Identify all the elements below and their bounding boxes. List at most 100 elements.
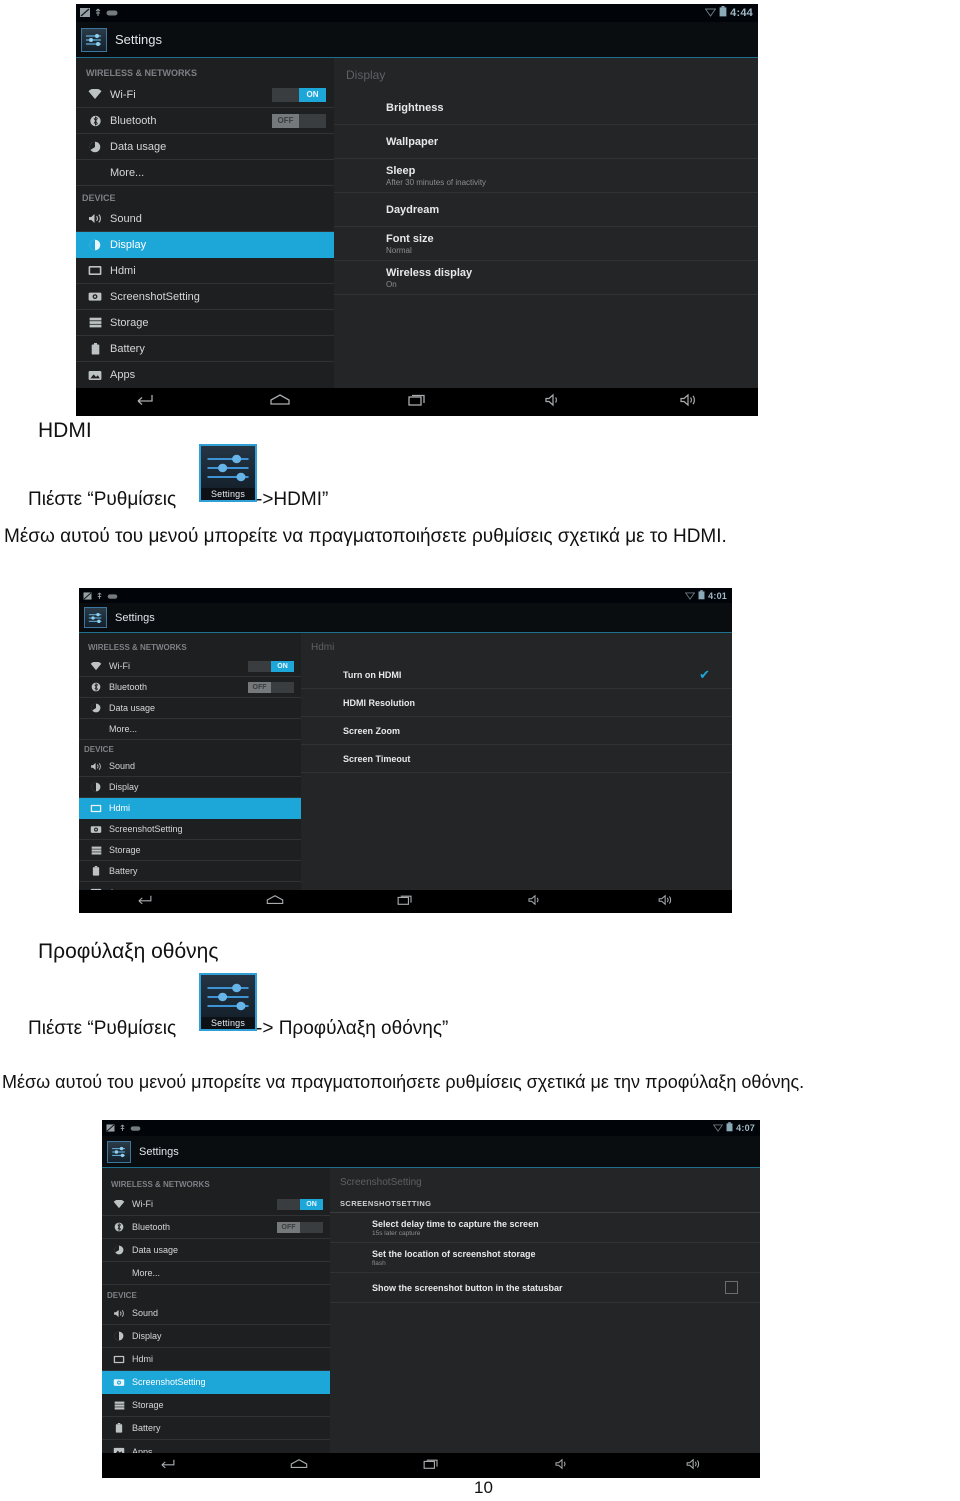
bluetooth-toggle[interactable]: OFF bbox=[248, 681, 294, 693]
sidebar-item-bluetooth[interactable]: Bluetooth OFF bbox=[102, 1216, 330, 1239]
settings-sliders-icon bbox=[201, 980, 255, 1014]
content-row-screen-zoom[interactable]: Screen Zoom bbox=[301, 717, 732, 745]
checkbox-unchecked-icon[interactable] bbox=[725, 1281, 738, 1294]
bluetooth-toggle-label: OFF bbox=[272, 113, 299, 128]
sidebar-item-label: Bluetooth bbox=[109, 682, 148, 692]
sidebar-item-wi-fi[interactable]: Wi-Fi ON bbox=[102, 1193, 330, 1216]
home-icon[interactable] bbox=[265, 893, 285, 911]
sidebar-item-data-usage[interactable]: Data usage bbox=[102, 1239, 330, 1262]
content-row-select-delay-time[interactable]: Select delay time to capture the screen … bbox=[330, 1213, 760, 1243]
sidebar-item-display[interactable]: Display bbox=[79, 777, 301, 798]
sdcard-icon bbox=[106, 4, 118, 22]
row-subtitle: On bbox=[386, 279, 397, 289]
settings-content-screenshotsetting: ScreenshotSetting SCREENSHOTSETTING Sele… bbox=[330, 1168, 760, 1453]
hdmi-icon bbox=[111, 1355, 127, 1364]
content-row-font-size[interactable]: Font size Normal bbox=[334, 227, 758, 261]
settings-app-icon[interactable] bbox=[107, 1140, 131, 1163]
sidebar-item-hdmi[interactable]: Hdmi bbox=[79, 798, 301, 819]
row-subtitle: After 30 minutes of inactivity bbox=[386, 177, 487, 187]
wifi-toggle[interactable]: ON bbox=[277, 1198, 323, 1210]
sidebar-item-screenshotsetting[interactable]: ScreenshotSetting bbox=[102, 1371, 330, 1394]
volume-down-icon[interactable] bbox=[543, 393, 563, 412]
recents-icon[interactable] bbox=[407, 393, 427, 412]
sidebar-item-label: ScreenshotSetting bbox=[110, 290, 200, 303]
settings-badge-label: Settings bbox=[201, 1017, 255, 1029]
sidebar-item-screenshotsetting[interactable]: ScreenshotSetting bbox=[76, 284, 334, 310]
sidebar-item-battery[interactable]: Battery bbox=[79, 861, 301, 882]
checkbox-checked-icon[interactable]: ✔ bbox=[699, 668, 710, 681]
bluetooth-toggle[interactable]: OFF bbox=[272, 113, 326, 128]
settings-sliders-icon bbox=[201, 451, 255, 485]
content-row-hdmi-resolution[interactable]: HDMI Resolution bbox=[301, 689, 732, 717]
navigation-bar bbox=[102, 1453, 760, 1478]
sidebar-item-screenshotsetting[interactable]: ScreenshotSetting bbox=[79, 819, 301, 840]
settings-app-badge[interactable]: Settings bbox=[199, 444, 257, 502]
settings-app-badge[interactable]: Settings bbox=[199, 973, 257, 1031]
volume-up-icon[interactable] bbox=[678, 393, 700, 412]
sidebar-item-sound[interactable]: Sound bbox=[76, 206, 334, 232]
home-icon[interactable] bbox=[269, 393, 291, 412]
sidebar-item-wi-fi[interactable]: Wi-Fi ON bbox=[76, 82, 334, 108]
sidebar-item-bluetooth[interactable]: Bluetooth OFF bbox=[79, 677, 301, 698]
sidebar-item-more[interactable]: More... bbox=[79, 719, 301, 740]
sidebar-item-more[interactable]: More... bbox=[102, 1262, 330, 1285]
sidebar-item-label: Display bbox=[110, 238, 147, 251]
action-bar: Settings bbox=[76, 22, 758, 58]
sidebar-item-display[interactable]: Display bbox=[102, 1325, 330, 1348]
sidebar-item-data-usage[interactable]: Data usage bbox=[79, 698, 301, 719]
sidebar-item-sound[interactable]: Sound bbox=[79, 756, 301, 777]
volume-down-icon[interactable] bbox=[526, 893, 544, 911]
recents-icon[interactable] bbox=[422, 1457, 440, 1475]
content-row-sleep[interactable]: Sleep After 30 minutes of inactivity bbox=[334, 159, 758, 193]
back-icon[interactable] bbox=[134, 393, 154, 412]
settings-sidebar: WIRELESS & NETWORKS Wi-Fi ON Bluetooth O… bbox=[76, 58, 334, 388]
content-row-brightness[interactable]: Brightness bbox=[334, 91, 758, 125]
content-row-turn-on-hdmi[interactable]: Turn on HDMI ✔ bbox=[301, 661, 732, 689]
app-title: Settings bbox=[139, 1145, 179, 1158]
sidebar-item-battery[interactable]: Battery bbox=[76, 336, 334, 362]
settings-app-icon[interactable] bbox=[81, 27, 107, 52]
status-bar-left-icons bbox=[102, 1120, 141, 1137]
recents-icon[interactable] bbox=[396, 893, 414, 911]
sidebar-item-hdmi[interactable]: Hdmi bbox=[76, 258, 334, 284]
display-icon bbox=[86, 239, 104, 251]
wifi-toggle[interactable]: ON bbox=[248, 660, 294, 672]
row-title: Wallpaper bbox=[386, 135, 439, 148]
sidebar-item-label: Data usage bbox=[110, 140, 167, 153]
sidebar-item-more[interactable]: More... bbox=[76, 160, 334, 186]
sidebar-item-hdmi[interactable]: Hdmi bbox=[102, 1348, 330, 1371]
bluetooth-toggle[interactable]: OFF bbox=[277, 1221, 323, 1233]
sidebar-item-sound[interactable]: Sound bbox=[102, 1302, 330, 1325]
storage-icon bbox=[86, 317, 104, 328]
sidebar-item-battery[interactable]: Battery bbox=[102, 1417, 330, 1440]
sidebar-item-storage[interactable]: Storage bbox=[79, 840, 301, 861]
content-row-wireless-display[interactable]: Wireless display On bbox=[334, 261, 758, 295]
content-row-daydream[interactable]: Daydream bbox=[334, 193, 758, 227]
sidebar-item-label: Data usage bbox=[132, 1245, 179, 1255]
volume-up-icon[interactable] bbox=[656, 893, 676, 911]
wifi-toggle[interactable]: ON bbox=[272, 87, 326, 102]
status-bar-clock: 4:44 bbox=[730, 7, 753, 19]
sidebar-item-storage[interactable]: Storage bbox=[102, 1394, 330, 1417]
sidebar-item-storage[interactable]: Storage bbox=[76, 310, 334, 336]
sidebar-item-display[interactable]: Display bbox=[76, 232, 334, 258]
back-icon[interactable] bbox=[158, 1457, 176, 1475]
row-title: Set the location of screenshot storage bbox=[372, 1248, 536, 1259]
content-row-wallpaper[interactable]: Wallpaper bbox=[334, 125, 758, 159]
camera-icon bbox=[88, 825, 104, 834]
settings-app-icon[interactable] bbox=[84, 607, 107, 628]
volume-down-icon[interactable] bbox=[553, 1457, 571, 1475]
sidebar-item-label: ScreenshotSetting bbox=[132, 1377, 206, 1387]
home-icon[interactable] bbox=[289, 1457, 309, 1475]
volume-up-icon[interactable] bbox=[684, 1457, 704, 1475]
sidebar-item-data-usage[interactable]: Data usage bbox=[76, 134, 334, 160]
sidebar-item-wi-fi[interactable]: Wi-Fi ON bbox=[79, 656, 301, 677]
content-row-set-location[interactable]: Set the location of screenshot storage f… bbox=[330, 1243, 760, 1273]
sidebar-item-apps[interactable]: Apps bbox=[76, 362, 334, 388]
sidebar-item-label: Battery bbox=[110, 342, 145, 355]
content-row-show-screenshot-button[interactable]: Show the screenshot button in the status… bbox=[330, 1273, 760, 1303]
sidebar-item-bluetooth[interactable]: Bluetooth OFF bbox=[76, 108, 334, 134]
back-icon[interactable] bbox=[135, 893, 153, 911]
content-row-screen-timeout[interactable]: Screen Timeout bbox=[301, 745, 732, 773]
android-settings-screenshot-screenshotsetting: 4:07 Settings WIRELESS & NETWORKS Wi-Fi bbox=[102, 1120, 760, 1478]
